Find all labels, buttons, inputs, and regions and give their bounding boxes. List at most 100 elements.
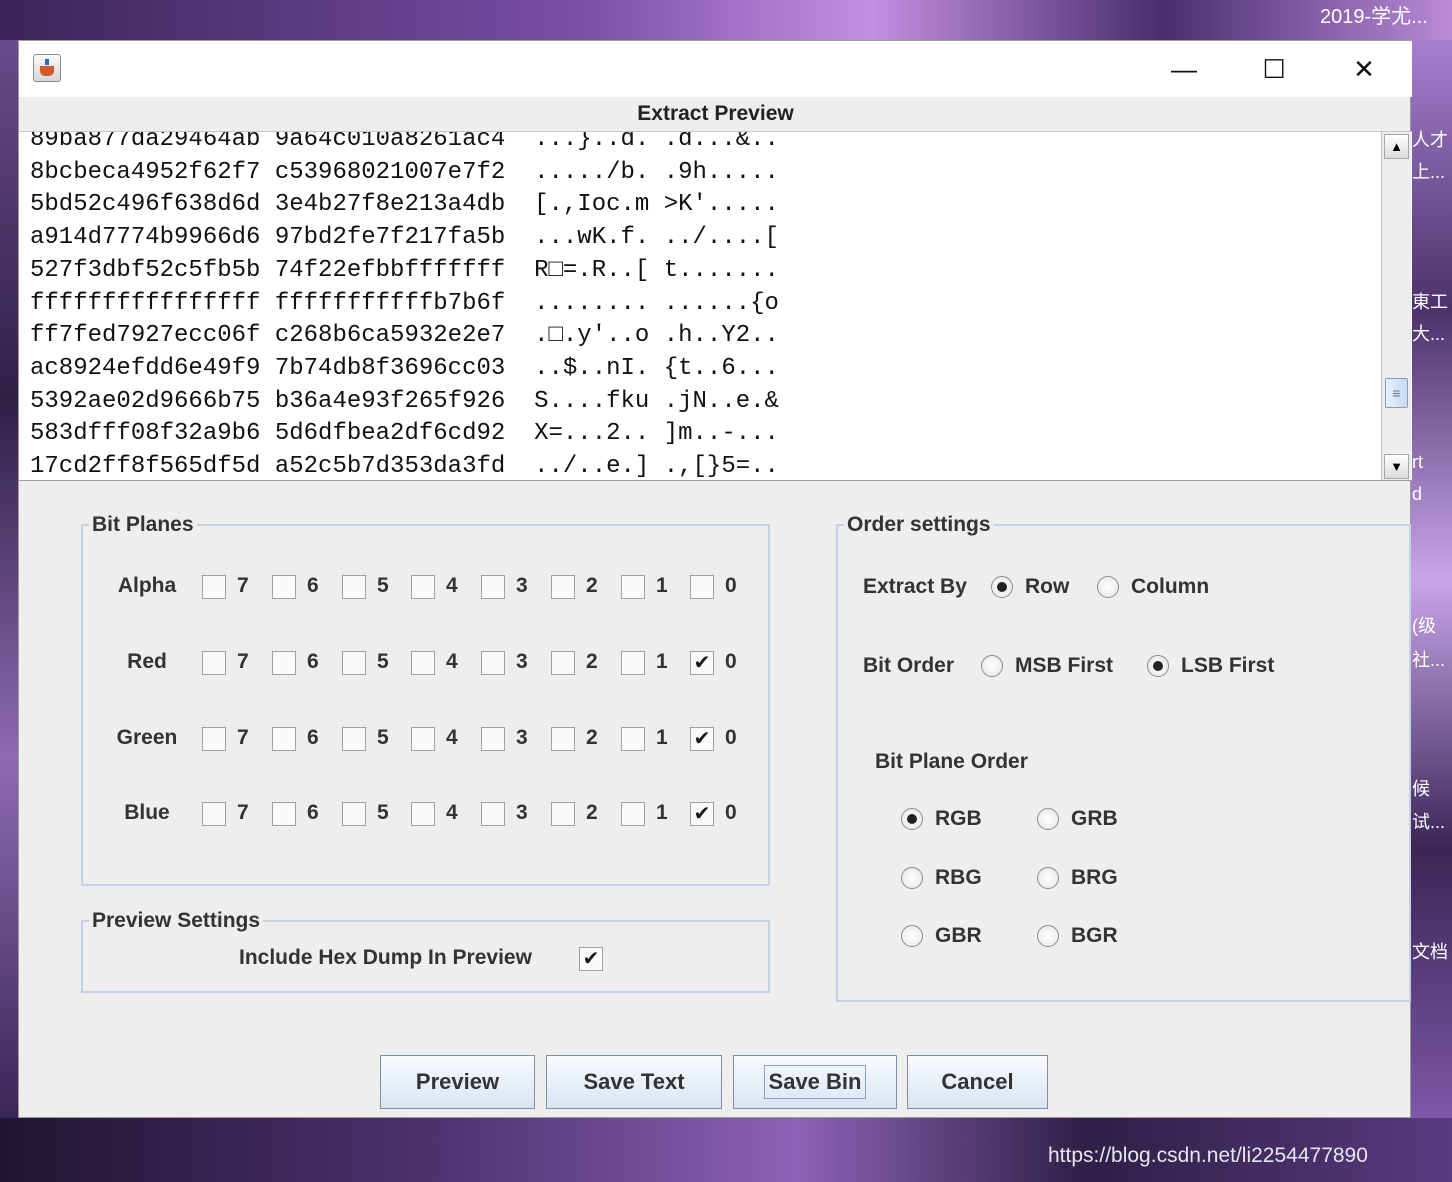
blue-bit-1-label[interactable]: 1 <box>656 801 668 825</box>
red-bit-7-label[interactable]: 7 <box>237 650 249 674</box>
plane-order-rgb-label[interactable]: RGB <box>935 807 982 831</box>
green-bit-6-label[interactable]: 6 <box>307 726 319 750</box>
plane-order-brg-radio[interactable] <box>1037 867 1059 889</box>
alpha-bit-0-label[interactable]: 0 <box>725 574 737 598</box>
alpha-bit-2-checkbox[interactable] <box>551 575 575 599</box>
blue-bit-0-checkbox[interactable]: ✔ <box>690 802 714 826</box>
red-bit-7-checkbox[interactable] <box>202 651 226 675</box>
alpha-bit-5-checkbox[interactable] <box>342 575 366 599</box>
java-app-icon[interactable] <box>33 54 61 82</box>
red-bit-6-label[interactable]: 6 <box>307 650 319 674</box>
green-bit-2-checkbox[interactable] <box>551 727 575 751</box>
red-bit-5-label[interactable]: 5 <box>377 650 389 674</box>
green-bit-0-label[interactable]: 0 <box>725 726 737 750</box>
hex-line: 17cd2ff8f565df5d a52c5b7d353da3fd ../..e… <box>30 453 779 481</box>
extract-by-column-radio[interactable] <box>1097 576 1119 598</box>
alpha-bit-4-checkbox[interactable] <box>411 575 435 599</box>
red-bit-4-checkbox[interactable] <box>411 651 435 675</box>
plane-order-gbr-label[interactable]: GBR <box>935 924 982 948</box>
alpha-bit-2-label[interactable]: 2 <box>586 574 598 598</box>
blue-bit-6-checkbox[interactable] <box>272 802 296 826</box>
save-text-button[interactable]: Save Text <box>546 1055 722 1109</box>
red-bit-4-label[interactable]: 4 <box>446 650 458 674</box>
preview-button[interactable]: Preview <box>380 1055 535 1109</box>
save-bin-button[interactable]: Save Bin <box>733 1055 897 1109</box>
green-bit-3-checkbox[interactable] <box>481 727 505 751</box>
red-bit-1-label[interactable]: 1 <box>656 650 668 674</box>
green-bit-4-checkbox[interactable] <box>411 727 435 751</box>
cancel-button[interactable]: Cancel <box>907 1055 1048 1109</box>
red-bit-2-checkbox[interactable] <box>551 651 575 675</box>
blue-bit-5-label[interactable]: 5 <box>377 801 389 825</box>
green-bit-7-label[interactable]: 7 <box>237 726 249 750</box>
red-bit-1-checkbox[interactable] <box>621 651 645 675</box>
plane-order-brg-label[interactable]: BRG <box>1071 866 1118 890</box>
green-bit-7-checkbox[interactable] <box>202 727 226 751</box>
red-bit-5-checkbox[interactable] <box>342 651 366 675</box>
green-bit-2-label[interactable]: 2 <box>586 726 598 750</box>
plane-order-grb-radio[interactable] <box>1037 808 1059 830</box>
title-bar[interactable]: — ☐ ✕ <box>19 41 1412 97</box>
blue-bit-2-checkbox[interactable] <box>551 802 575 826</box>
green-bit-5-checkbox[interactable] <box>342 727 366 751</box>
red-bit-6-checkbox[interactable] <box>272 651 296 675</box>
alpha-bit-1-label[interactable]: 1 <box>656 574 668 598</box>
plane-order-rbg-radio[interactable] <box>901 867 923 889</box>
minimize-button[interactable]: — <box>1139 41 1229 97</box>
alpha-bit-3-label[interactable]: 3 <box>516 574 528 598</box>
maximize-button[interactable]: ☐ <box>1229 41 1319 97</box>
blue-bit-7-checkbox[interactable] <box>202 802 226 826</box>
plane-order-rbg-label[interactable]: RBG <box>935 866 982 890</box>
red-bit-0-checkbox[interactable]: ✔ <box>690 651 714 675</box>
scroll-up-arrow-icon[interactable]: ▲ <box>1384 134 1409 159</box>
blue-bit-2-label[interactable]: 2 <box>586 801 598 825</box>
red-bit-0-label[interactable]: 0 <box>725 650 737 674</box>
hex-dump-checkbox[interactable]: ✔ <box>579 947 603 971</box>
lsb-first-label[interactable]: LSB First <box>1181 654 1274 678</box>
msb-first-radio[interactable] <box>981 655 1003 677</box>
alpha-bit-5-label[interactable]: 5 <box>377 574 389 598</box>
blue-bit-3-checkbox[interactable] <box>481 802 505 826</box>
green-bit-6-checkbox[interactable] <box>272 727 296 751</box>
plane-order-grb-label[interactable]: GRB <box>1071 807 1118 831</box>
plane-order-bgr-label[interactable]: BGR <box>1071 924 1118 948</box>
blue-bit-6-label[interactable]: 6 <box>307 801 319 825</box>
green-bit-4-label[interactable]: 4 <box>446 726 458 750</box>
close-button[interactable]: ✕ <box>1319 41 1409 97</box>
lsb-first-radio[interactable] <box>1147 655 1169 677</box>
blue-bit-0-label[interactable]: 0 <box>725 801 737 825</box>
blue-bit-5-checkbox[interactable] <box>342 802 366 826</box>
red-bit-3-label[interactable]: 3 <box>516 650 528 674</box>
alpha-bit-7-checkbox[interactable] <box>202 575 226 599</box>
plane-order-bgr-radio[interactable] <box>1037 925 1059 947</box>
green-bit-1-checkbox[interactable] <box>621 727 645 751</box>
blue-bit-1-checkbox[interactable] <box>621 802 645 826</box>
plane-order-rgb-radio[interactable] <box>901 808 923 830</box>
alpha-bit-0-checkbox[interactable] <box>690 575 714 599</box>
green-bit-1-label[interactable]: 1 <box>656 726 668 750</box>
green-bit-5-label[interactable]: 5 <box>377 726 389 750</box>
alpha-bit-3-checkbox[interactable] <box>481 575 505 599</box>
blue-bit-4-checkbox[interactable] <box>411 802 435 826</box>
red-bit-2-label[interactable]: 2 <box>586 650 598 674</box>
plane-order-gbr-radio[interactable] <box>901 925 923 947</box>
scroll-down-arrow-icon[interactable]: ▼ <box>1384 454 1409 479</box>
blue-bit-3-label[interactable]: 3 <box>516 801 528 825</box>
extract-by-column-label[interactable]: Column <box>1131 575 1209 599</box>
blue-bit-7-label[interactable]: 7 <box>237 801 249 825</box>
alpha-bit-6-checkbox[interactable] <box>272 575 296 599</box>
green-bit-0-checkbox[interactable]: ✔ <box>690 727 714 751</box>
extract-by-row-radio[interactable] <box>991 576 1013 598</box>
alpha-bit-1-checkbox[interactable] <box>621 575 645 599</box>
scroll-thumb[interactable]: ≡ <box>1385 378 1408 408</box>
blue-bit-4-label[interactable]: 4 <box>446 801 458 825</box>
green-bit-3-label[interactable]: 3 <box>516 726 528 750</box>
alpha-bit-7-label[interactable]: 7 <box>237 574 249 598</box>
preview-text-area[interactable]: 89ba877da29464ab 9a64c010a8261ac4 ...}..… <box>19 131 1412 481</box>
alpha-bit-6-label[interactable]: 6 <box>307 574 319 598</box>
msb-first-label[interactable]: MSB First <box>1015 654 1113 678</box>
red-bit-3-checkbox[interactable] <box>481 651 505 675</box>
alpha-bit-4-label[interactable]: 4 <box>446 574 458 598</box>
vertical-scrollbar[interactable]: ▲ ≡ ▼ <box>1381 132 1411 480</box>
extract-by-row-label[interactable]: Row <box>1025 575 1069 599</box>
